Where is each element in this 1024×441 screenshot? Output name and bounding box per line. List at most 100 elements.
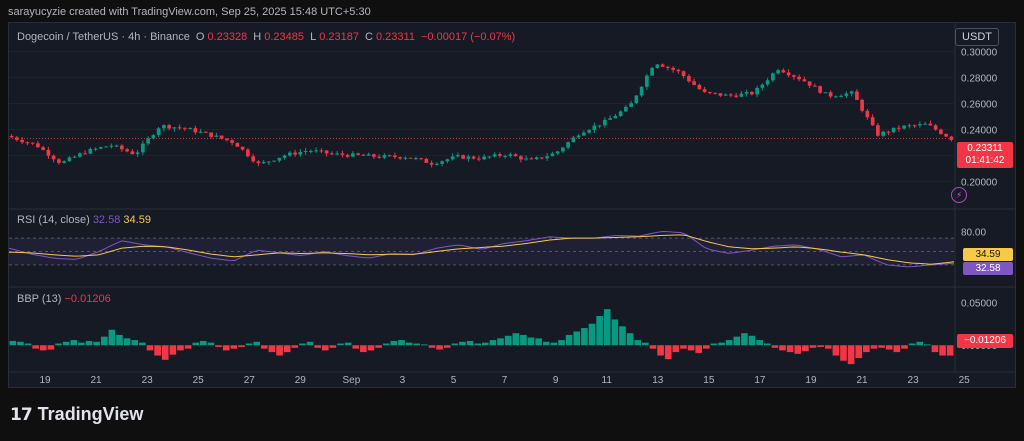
bbp-bar bbox=[321, 345, 329, 351]
bbp-bar bbox=[55, 343, 62, 346]
rsi-label[interactable]: RSI (14, close) bbox=[17, 214, 90, 226]
candle-body bbox=[78, 153, 82, 157]
bbp-bar bbox=[253, 341, 260, 346]
candle-body bbox=[30, 142, 35, 144]
bolt-icon[interactable]: ⚡ bbox=[951, 187, 967, 203]
candle-body bbox=[734, 95, 738, 97]
bbp-bar bbox=[215, 345, 222, 347]
candle-body bbox=[618, 111, 623, 116]
bbp-bar bbox=[344, 342, 352, 346]
bbp-bar bbox=[786, 345, 794, 353]
candle-body bbox=[503, 155, 507, 157]
candle-body bbox=[340, 153, 345, 155]
bar-countdown: 01:41:42 bbox=[965, 155, 1005, 166]
symbol-label[interactable]: Dogecoin / TetherUS · 4h · Binance bbox=[17, 31, 190, 43]
candle-body bbox=[666, 66, 670, 68]
candle-body bbox=[183, 127, 187, 129]
bbp-bar bbox=[908, 343, 916, 346]
chart-canvas[interactable]: 0.300000.280000.260000.240000.220000.200… bbox=[9, 23, 1016, 388]
bbp-legend: BBP (13) −0.01206 bbox=[17, 293, 111, 305]
candle-body bbox=[650, 67, 654, 76]
currency-button[interactable]: USDT bbox=[955, 28, 999, 46]
bbp-bar bbox=[550, 342, 558, 346]
bbp-bar bbox=[558, 340, 565, 346]
bbp-bar bbox=[809, 345, 817, 348]
bbp-bar bbox=[565, 334, 573, 346]
candle-body bbox=[445, 159, 450, 162]
low-value: 0.23187 bbox=[319, 31, 359, 43]
bbp-bar bbox=[878, 345, 885, 348]
bbp-bar bbox=[733, 336, 741, 346]
candle-body bbox=[818, 86, 822, 93]
time-tick-label: 25 bbox=[959, 375, 971, 386]
candle-body bbox=[555, 151, 560, 154]
candle-body bbox=[135, 152, 140, 155]
candle-body bbox=[524, 158, 528, 160]
bbp-bar bbox=[169, 345, 177, 355]
bbp-bar bbox=[116, 334, 123, 346]
candle-body bbox=[172, 127, 177, 129]
bbp-bar bbox=[741, 333, 748, 346]
tradingview-logo[interactable]: 17 TradingView bbox=[10, 404, 143, 425]
candle-body bbox=[597, 125, 602, 127]
bbp-bar bbox=[405, 342, 413, 346]
candle-body bbox=[786, 72, 791, 76]
bbp-bar bbox=[680, 345, 687, 349]
rsi-ma-value: 34.59 bbox=[123, 214, 151, 226]
bbp-bar bbox=[283, 345, 291, 353]
candle-body bbox=[99, 147, 103, 149]
bbp-bar bbox=[200, 340, 207, 346]
candle-body bbox=[918, 124, 922, 126]
bbp-bar bbox=[725, 340, 733, 346]
candle-body bbox=[130, 151, 135, 155]
bbp-bar bbox=[718, 342, 725, 346]
candle-body bbox=[844, 93, 849, 96]
candle-body bbox=[870, 117, 875, 126]
chart-frame[interactable]: 0.300000.280000.260000.240000.220000.200… bbox=[8, 22, 1016, 388]
bbp-bar bbox=[916, 341, 924, 346]
candle-body bbox=[792, 75, 796, 77]
candle-body bbox=[687, 76, 691, 82]
candle-body bbox=[755, 87, 759, 95]
price-tick-label: 0.30000 bbox=[961, 48, 998, 59]
candle-body bbox=[729, 94, 733, 96]
candle-body bbox=[277, 157, 282, 161]
bbp-bar bbox=[573, 331, 581, 346]
candle-body bbox=[41, 147, 45, 150]
time-tick-label: 3 bbox=[400, 375, 406, 386]
candle-body bbox=[849, 91, 854, 94]
bbp-bar bbox=[885, 345, 893, 350]
candle-body bbox=[151, 135, 156, 139]
bbp-bar bbox=[657, 345, 664, 356]
rsi-tick-label: 80.00 bbox=[961, 227, 986, 238]
bbp-bar bbox=[779, 345, 786, 351]
time-tick-label: 19 bbox=[805, 375, 817, 386]
candle-body bbox=[267, 161, 271, 163]
bbp-bar bbox=[497, 338, 504, 346]
close-value: 0.23311 bbox=[375, 31, 415, 43]
candle-body bbox=[534, 157, 539, 160]
close-label: C bbox=[365, 31, 373, 43]
candle-body bbox=[739, 93, 744, 97]
open-label: O bbox=[195, 31, 205, 43]
price-tick-label: 0.20000 bbox=[961, 178, 998, 189]
bbp-bar bbox=[436, 345, 443, 350]
bbp-bar bbox=[802, 345, 809, 352]
bbp-bar bbox=[245, 343, 253, 346]
bbp-bar bbox=[24, 343, 32, 346]
bbp-bar bbox=[603, 309, 611, 346]
candle-body bbox=[356, 153, 360, 155]
candle-body bbox=[933, 125, 938, 130]
candle-body bbox=[834, 96, 838, 98]
bbp-bar bbox=[939, 345, 946, 356]
candle-body bbox=[9, 136, 14, 138]
candle-body bbox=[886, 131, 891, 133]
candle-body bbox=[519, 156, 523, 160]
bbp-bar bbox=[47, 345, 55, 350]
candle-body bbox=[776, 70, 780, 74]
bbp-bar bbox=[375, 345, 382, 348]
candle-body bbox=[592, 125, 597, 131]
bbp-label[interactable]: BBP (13) bbox=[17, 293, 61, 305]
candle-body bbox=[897, 127, 901, 129]
bbp-bar bbox=[855, 345, 863, 359]
